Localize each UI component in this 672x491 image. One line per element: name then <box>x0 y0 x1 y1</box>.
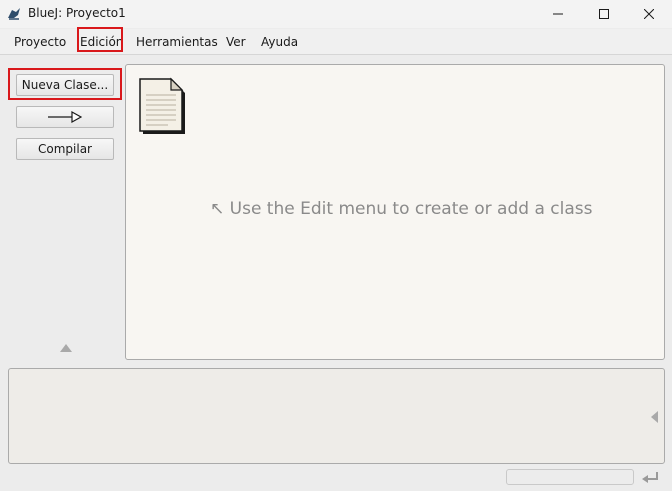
minimize-button[interactable] <box>535 0 581 28</box>
menu-proyecto[interactable]: Proyecto <box>14 35 66 49</box>
compile-button[interactable]: Compilar <box>16 138 114 160</box>
collapse-up-icon[interactable] <box>60 344 72 352</box>
bluej-logo-icon <box>8 8 20 20</box>
title-bar: BlueJ: Proyecto1 <box>0 0 672 28</box>
close-icon <box>644 9 654 19</box>
close-button[interactable] <box>626 0 672 28</box>
document-icon[interactable] <box>138 77 186 135</box>
inheritance-arrow-icon <box>48 111 82 123</box>
edicion-highlight-box <box>77 27 123 52</box>
maximize-icon <box>599 9 609 19</box>
new-class-highlight-box <box>8 68 122 100</box>
minimize-icon <box>553 13 563 15</box>
menu-herramientas[interactable]: Herramientas <box>136 35 218 49</box>
reset-machine-icon[interactable] <box>641 467 661 487</box>
empty-project-hint: ↖ Use the Edit menu to create or add a c… <box>210 199 593 219</box>
maximize-button[interactable] <box>581 0 627 28</box>
window-title: BlueJ: Proyecto1 <box>28 6 126 20</box>
menu-ayuda[interactable]: Ayuda <box>261 35 298 49</box>
inheritance-arrow-button[interactable] <box>16 106 114 128</box>
object-bench[interactable] <box>8 368 665 464</box>
menu-ver[interactable]: Ver <box>226 35 246 49</box>
collapse-left-icon[interactable] <box>651 411 658 423</box>
progress-bar <box>506 469 634 485</box>
class-diagram-canvas[interactable]: ↖ Use the Edit menu to create or add a c… <box>125 64 665 360</box>
